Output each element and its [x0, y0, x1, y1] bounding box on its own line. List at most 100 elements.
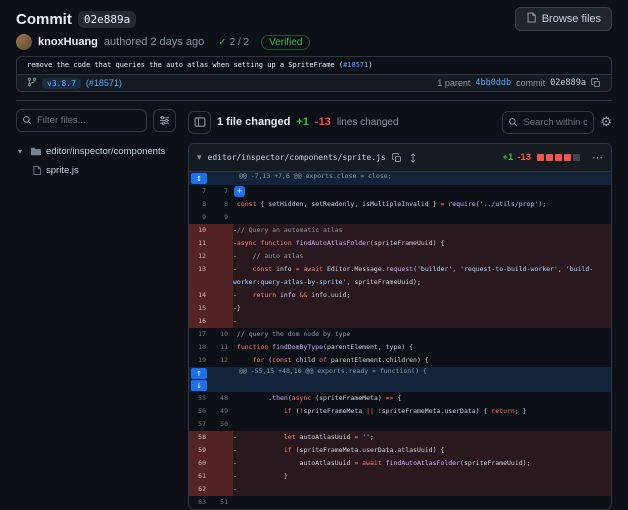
additions-stat: +1: [296, 116, 309, 128]
old-line-number[interactable]: 11: [189, 237, 211, 250]
parents-label: 1 parent: [437, 78, 470, 88]
diff-file-path[interactable]: editor/inspector/components/sprite.js: [208, 153, 386, 162]
new-line-number[interactable]: [211, 470, 233, 483]
parent-sha-link[interactable]: 4bb0ddb: [475, 78, 511, 88]
diffstat-block: [555, 154, 562, 161]
old-line-number[interactable]: 60: [189, 457, 211, 470]
diff-file-header: ▾ editor/inspector/components/sprite.js …: [189, 144, 611, 172]
diffstat-block: [546, 154, 553, 161]
new-line-number[interactable]: 51: [211, 496, 233, 509]
diff-deletion-row: 61- }: [189, 470, 611, 483]
collapse-file-chevron-icon[interactable]: ▾: [197, 152, 202, 163]
add-comment-button[interactable]: +: [234, 186, 245, 197]
file-deletions: -13: [517, 152, 531, 163]
diffstat-block: [564, 154, 571, 161]
code-line: - // auto atlas: [233, 250, 611, 263]
filter-options-button[interactable]: [153, 109, 176, 132]
new-line-number[interactable]: [211, 237, 233, 250]
search-icon: [22, 115, 32, 125]
old-line-number[interactable]: 12: [189, 250, 211, 263]
old-line-number[interactable]: 15: [189, 302, 211, 315]
branch-name[interactable]: v3.8.7: [42, 78, 81, 89]
copy-sha-icon[interactable]: [591, 78, 601, 88]
old-line-number[interactable]: 61: [189, 470, 211, 483]
new-line-number[interactable]: [211, 224, 233, 237]
tree-file-row[interactable]: sprite.js: [16, 161, 176, 180]
deletion-marker: -: [233, 485, 237, 493]
check-icon: ✓: [218, 37, 226, 48]
author-name[interactable]: knoxHuang: [38, 36, 98, 48]
file-additions: +1: [502, 152, 513, 163]
file-code-icon: [526, 12, 537, 26]
expand-diff-icon[interactable]: [408, 153, 418, 163]
diff-context-row: 5750: [189, 418, 611, 431]
hunk-expand-gutter: ↑↓: [189, 367, 233, 392]
diff-settings-button[interactable]: ⚙: [600, 114, 612, 130]
diffstat-blocks: [535, 154, 580, 161]
old-line-number[interactable]: 16: [189, 315, 211, 328]
new-line-number[interactable]: [211, 483, 233, 496]
new-line-number[interactable]: 12: [211, 354, 233, 367]
new-line-number[interactable]: [211, 431, 233, 444]
new-line-number[interactable]: 50: [211, 418, 233, 431]
old-line-number[interactable]: 14: [189, 289, 211, 302]
new-line-number[interactable]: [211, 315, 233, 328]
old-line-number[interactable]: 56: [189, 405, 211, 418]
old-line-number[interactable]: 62: [189, 483, 211, 496]
new-line-number[interactable]: 9: [211, 211, 233, 224]
old-line-number[interactable]: 59: [189, 444, 211, 457]
kebab-menu-icon[interactable]: ⋯: [592, 151, 603, 164]
verified-badge[interactable]: Verified: [261, 35, 310, 50]
new-line-number[interactable]: 11: [211, 341, 233, 354]
context-marker: [233, 498, 237, 506]
old-line-number[interactable]: 55: [189, 392, 211, 405]
new-line-number[interactable]: [211, 250, 233, 263]
diff-deletion-row: 15-}: [189, 302, 611, 315]
tree-folder-row[interactable]: ▾ editor/inspector/components: [16, 142, 176, 161]
old-line-number[interactable]: 18: [189, 341, 211, 354]
copy-path-icon[interactable]: [392, 153, 402, 163]
diff-toolbar: 1 file changed +1 -13 lines changed ⚙: [188, 109, 612, 135]
expand-both-button[interactable]: ↕: [191, 173, 207, 184]
folder-icon: [30, 146, 42, 157]
chevron-down-icon: ▾: [18, 147, 26, 156]
new-line-number[interactable]: 48: [211, 392, 233, 405]
file-tree-toggle-button[interactable]: [188, 111, 211, 134]
old-line-number[interactable]: 19: [189, 354, 211, 367]
new-line-number[interactable]: [211, 457, 233, 470]
avatar[interactable]: [16, 34, 32, 50]
code-line: .then(async (spriteFrameMeta) => {: [233, 392, 611, 405]
issue-link[interactable]: #18571: [343, 61, 368, 69]
filter-files-input[interactable]: [16, 109, 147, 132]
new-line-number[interactable]: [211, 289, 233, 302]
diff-context-row: 77+: [189, 185, 611, 198]
commit-message-end: ): [368, 61, 372, 69]
context-marker: [233, 213, 237, 221]
new-line-number[interactable]: [211, 444, 233, 457]
old-line-number[interactable]: 8: [189, 198, 211, 211]
new-line-number[interactable]: [211, 263, 233, 289]
new-line-number[interactable]: 7: [211, 185, 233, 198]
new-line-number[interactable]: 49: [211, 405, 233, 418]
browse-files-button[interactable]: Browse files: [515, 7, 612, 31]
expand-up-button[interactable]: ↑: [191, 368, 207, 379]
new-line-number[interactable]: [211, 302, 233, 315]
old-line-number[interactable]: 63: [189, 496, 211, 509]
old-line-number[interactable]: 57: [189, 418, 211, 431]
expand-down-button[interactable]: ↓: [191, 380, 207, 391]
old-line-number[interactable]: 17: [189, 328, 211, 341]
checks-count: 2 / 2: [230, 37, 249, 48]
new-line-number[interactable]: 10: [211, 328, 233, 341]
commit-message-box: remove the code that queries the auto at…: [16, 56, 612, 92]
old-line-number[interactable]: 13: [189, 263, 211, 289]
new-line-number[interactable]: 8: [211, 198, 233, 211]
old-line-number[interactable]: 7: [189, 185, 211, 198]
page-title-text: Commit: [16, 11, 72, 28]
checks-status[interactable]: ✓ 2 / 2: [218, 37, 249, 48]
branch-issue-link[interactable]: (#18571): [86, 78, 122, 88]
old-line-number[interactable]: 58: [189, 431, 211, 444]
old-line-number[interactable]: 10: [189, 224, 211, 237]
diff-context-row: 1710 // query the dom node by type: [189, 328, 611, 341]
old-line-number[interactable]: 9: [189, 211, 211, 224]
code-line: +: [233, 185, 611, 198]
